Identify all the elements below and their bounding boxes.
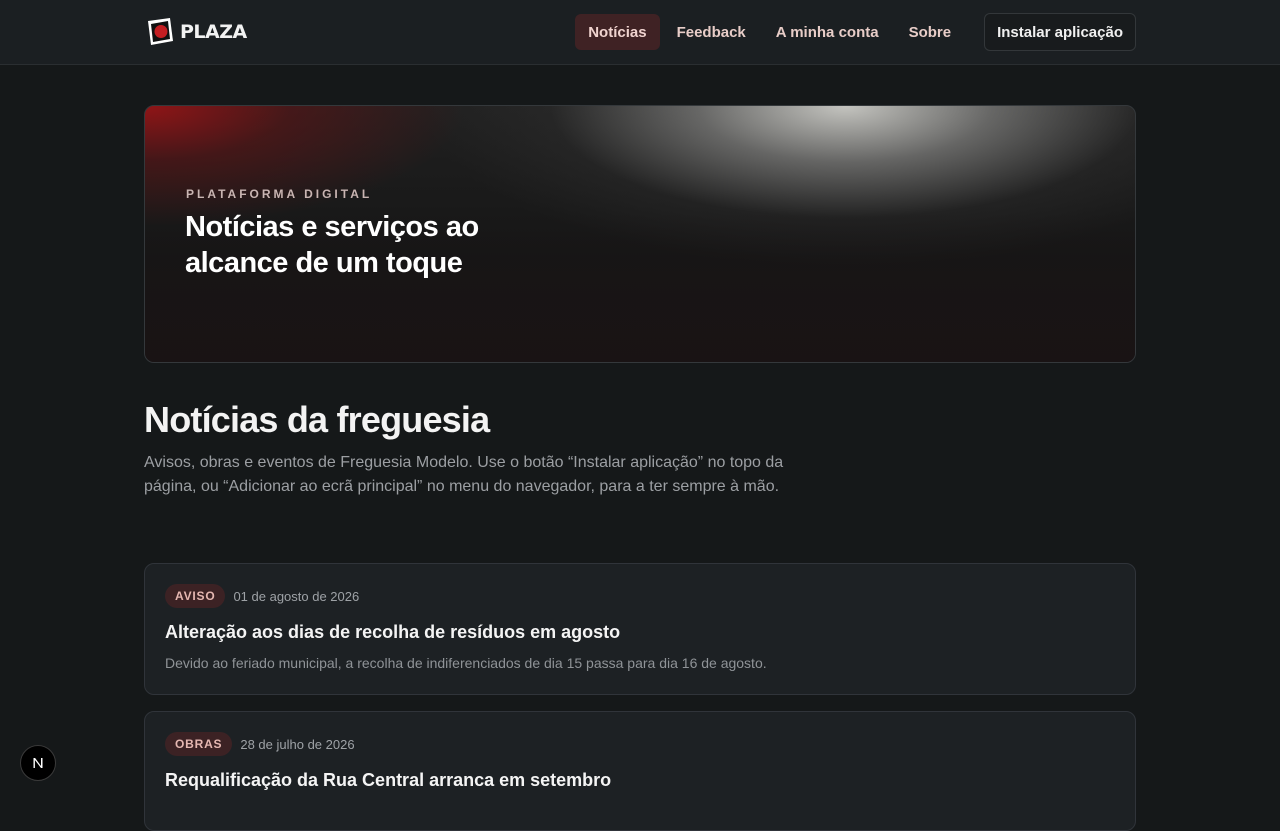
page-title: Notícias da freguesia — [144, 399, 490, 440]
hero-title: Notícias e serviços ao alcance de um toq… — [185, 211, 479, 279]
news-meta: OBRAS 28 de julho de 2026 — [165, 732, 355, 756]
next-logo-icon — [33, 758, 43, 768]
hero-banner: PLATAFORMA DIGITAL Notícias e serviços a… — [144, 105, 1136, 363]
navbar-container: PLAZA Notícias Feedback A minha conta So… — [144, 0, 1136, 64]
news-tag-badge: OBRAS — [165, 732, 233, 756]
nav-item-minha-conta[interactable]: A minha conta — [763, 14, 892, 50]
news-summary: Devido ao feriado municipal, a recolha d… — [165, 655, 767, 671]
nav-item-sobre[interactable]: Sobre — [896, 14, 965, 50]
news-title[interactable]: Alteração aos dias de recolha de resíduo… — [165, 622, 620, 643]
news-title[interactable]: Requalificação da Rua Central arranca em… — [165, 770, 611, 791]
news-meta: AVISO 01 de agosto de 2026 — [165, 584, 359, 608]
main-nav: Notícias Feedback A minha conta Sobre In… — [575, 13, 1136, 51]
news-card[interactable]: AVISO 01 de agosto de 2026 Alteração aos… — [144, 563, 1136, 695]
nav-item-feedback[interactable]: Feedback — [664, 14, 759, 50]
plaza-logo-icon — [148, 18, 173, 45]
next-devtools-button[interactable] — [20, 745, 56, 781]
top-navbar: PLAZA Notícias Feedback A minha conta So… — [0, 0, 1280, 65]
brand-name: PLAZA — [180, 21, 247, 43]
page-description: Avisos, obras e eventos de Freguesia Mod… — [144, 454, 784, 495]
brand-logo[interactable]: PLAZA — [144, 16, 247, 48]
nav-item-noticias[interactable]: Notícias — [575, 14, 660, 50]
hero-eyebrow: PLATAFORMA DIGITAL — [186, 187, 373, 201]
news-card[interactable]: OBRAS 28 de julho de 2026 Requalificação… — [144, 711, 1136, 831]
news-date: 01 de agosto de 2026 — [233, 588, 360, 604]
news-date: 28 de julho de 2026 — [240, 736, 355, 752]
install-app-button[interactable]: Instalar aplicação — [984, 13, 1136, 51]
news-tag-badge: AVISO — [165, 584, 226, 608]
